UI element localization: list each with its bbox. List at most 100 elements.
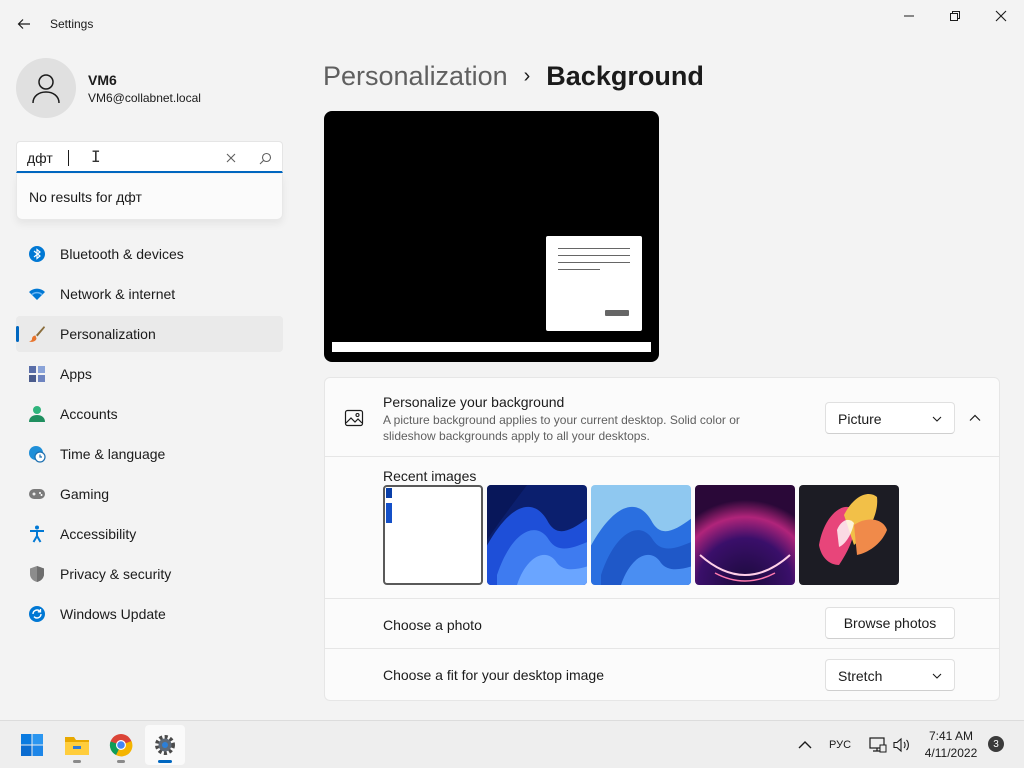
app-title: Settings — [50, 17, 94, 31]
gamepad-icon — [29, 489, 45, 499]
choose-photo-label: Choose a photo — [383, 617, 482, 633]
chrome-icon — [109, 734, 133, 757]
sidebar-item-label: Gaming — [60, 486, 110, 502]
recent-image-3[interactable] — [591, 485, 691, 585]
maximize-icon — [950, 11, 960, 21]
notification-badge[interactable]: 3 — [988, 736, 1004, 752]
clear-search-button[interactable] — [221, 148, 241, 168]
search-results-dropdown: No results for дфт — [16, 174, 283, 220]
fit-dropdown[interactable]: Stretch — [825, 659, 955, 691]
ibeam-cursor-icon: I — [91, 147, 101, 166]
avatar[interactable] — [16, 58, 76, 118]
sidebar-item-network[interactable]: Network & internet — [16, 276, 283, 312]
personalize-background-card: Personalize your background A picture ba… — [324, 377, 1000, 457]
preview-taskbar — [332, 342, 651, 352]
personalize-description: A picture background applies to your cur… — [383, 413, 740, 443]
bluetooth-icon — [29, 246, 45, 262]
user-name: VM6 — [88, 72, 117, 88]
dropdown-value: Stretch — [838, 668, 883, 684]
accessibility-icon — [30, 525, 44, 543]
sidebar-item-label: Privacy & security — [60, 566, 172, 582]
minimize-icon — [904, 15, 914, 17]
recent-images-label: Recent images — [383, 468, 477, 484]
file-explorer-button[interactable] — [57, 725, 97, 765]
breadcrumb: Personalization › Background — [323, 58, 704, 94]
recent-image-1[interactable] — [383, 485, 483, 585]
desktop-preview — [324, 111, 659, 362]
no-results-text: No results for дфт — [29, 189, 142, 205]
back-button[interactable] — [10, 10, 38, 38]
browse-photos-button[interactable]: Browse photos — [825, 607, 955, 639]
user-email: VM6@collabnet.local — [88, 91, 201, 105]
language-indicator[interactable]: РУС — [829, 739, 851, 751]
recent-images-card: Recent images — [324, 457, 1000, 599]
recent-image-4[interactable] — [695, 485, 795, 585]
search-box[interactable]: I — [16, 141, 283, 173]
sidebar-item-privacy-security[interactable]: Privacy & security — [16, 556, 283, 592]
network-icon[interactable] — [868, 735, 888, 755]
person-icon — [32, 74, 60, 104]
choose-fit-row: Choose a fit for your desktop image Stre… — [324, 649, 1000, 701]
apps-icon — [29, 366, 45, 382]
shield-icon — [30, 566, 44, 582]
sidebar-item-accessibility[interactable]: Accessibility — [16, 516, 283, 552]
sidebar-item-label: Accessibility — [60, 526, 137, 542]
sidebar-item-time-language[interactable]: Time & language — [16, 436, 283, 472]
close-icon — [226, 153, 236, 163]
search-input[interactable] — [27, 148, 217, 168]
settings-app-button[interactable] — [145, 725, 185, 765]
personalize-title: Personalize your background — [383, 394, 565, 410]
settings-icon — [155, 735, 175, 755]
volume-icon[interactable] — [892, 735, 912, 755]
chevron-up-icon[interactable] — [796, 736, 814, 754]
page-title: Background — [546, 60, 704, 91]
sidebar-item-personalization[interactable]: Personalization — [16, 316, 283, 352]
start-icon — [21, 734, 43, 756]
preview-window — [546, 236, 642, 331]
search-icon — [259, 152, 271, 164]
chevron-up-icon — [969, 414, 981, 421]
sidebar-item-accounts[interactable]: Accounts — [16, 396, 283, 432]
start-button[interactable] — [12, 725, 52, 765]
close-button[interactable] — [978, 0, 1024, 32]
update-icon — [29, 606, 45, 622]
sidebar-item-label: Personalization — [60, 326, 156, 342]
picture-icon — [344, 409, 364, 427]
sidebar-item-label: Network & internet — [60, 286, 176, 302]
wifi-icon — [29, 288, 45, 300]
close-icon — [995, 10, 1007, 22]
chevron-down-icon — [932, 416, 942, 422]
clock-time[interactable]: 7:41 AM — [918, 729, 984, 743]
taskbar: РУС 7:41 AM 4/11/2022 3 — [0, 720, 1024, 768]
sidebar-item-windows-update[interactable]: Windows Update — [16, 596, 283, 632]
globe-clock-icon — [29, 446, 46, 463]
accounts-icon — [29, 406, 45, 422]
recent-image-5[interactable] — [799, 485, 899, 585]
selection-indicator — [16, 326, 19, 342]
text-caret — [68, 150, 69, 166]
breadcrumb-parent[interactable]: Personalization — [323, 61, 508, 92]
recent-image-2[interactable] — [487, 485, 587, 585]
sidebar-item-apps[interactable]: Apps — [16, 356, 283, 392]
sidebar-item-label: Time & language — [60, 446, 166, 462]
chrome-button[interactable] — [101, 725, 141, 765]
chevron-down-icon — [932, 673, 942, 679]
choose-fit-label: Choose a fit for your desktop image — [383, 667, 605, 683]
file-explorer-icon — [65, 737, 89, 755]
sidebar-item-label: Accounts — [60, 406, 118, 422]
clock-date[interactable]: 4/11/2022 — [918, 746, 984, 760]
sidebar-item-label: Windows Update — [60, 606, 166, 622]
dropdown-value: Picture — [838, 411, 882, 427]
sidebar-item-label: Bluetooth & devices — [60, 246, 184, 262]
back-arrow-icon — [17, 19, 30, 29]
search-button[interactable] — [255, 148, 275, 168]
maximize-button[interactable] — [932, 0, 978, 32]
collapse-button[interactable] — [963, 406, 987, 430]
minimize-button[interactable] — [886, 0, 932, 32]
sidebar-item-bluetooth[interactable]: Bluetooth & devices — [16, 236, 283, 272]
sidebar-item-gaming[interactable]: Gaming — [16, 476, 283, 512]
choose-photo-row: Choose a photo Browse photos — [324, 599, 1000, 649]
title-bar: Settings — [0, 0, 1024, 48]
background-type-dropdown[interactable]: Picture — [825, 402, 955, 434]
brush-icon — [29, 326, 45, 342]
